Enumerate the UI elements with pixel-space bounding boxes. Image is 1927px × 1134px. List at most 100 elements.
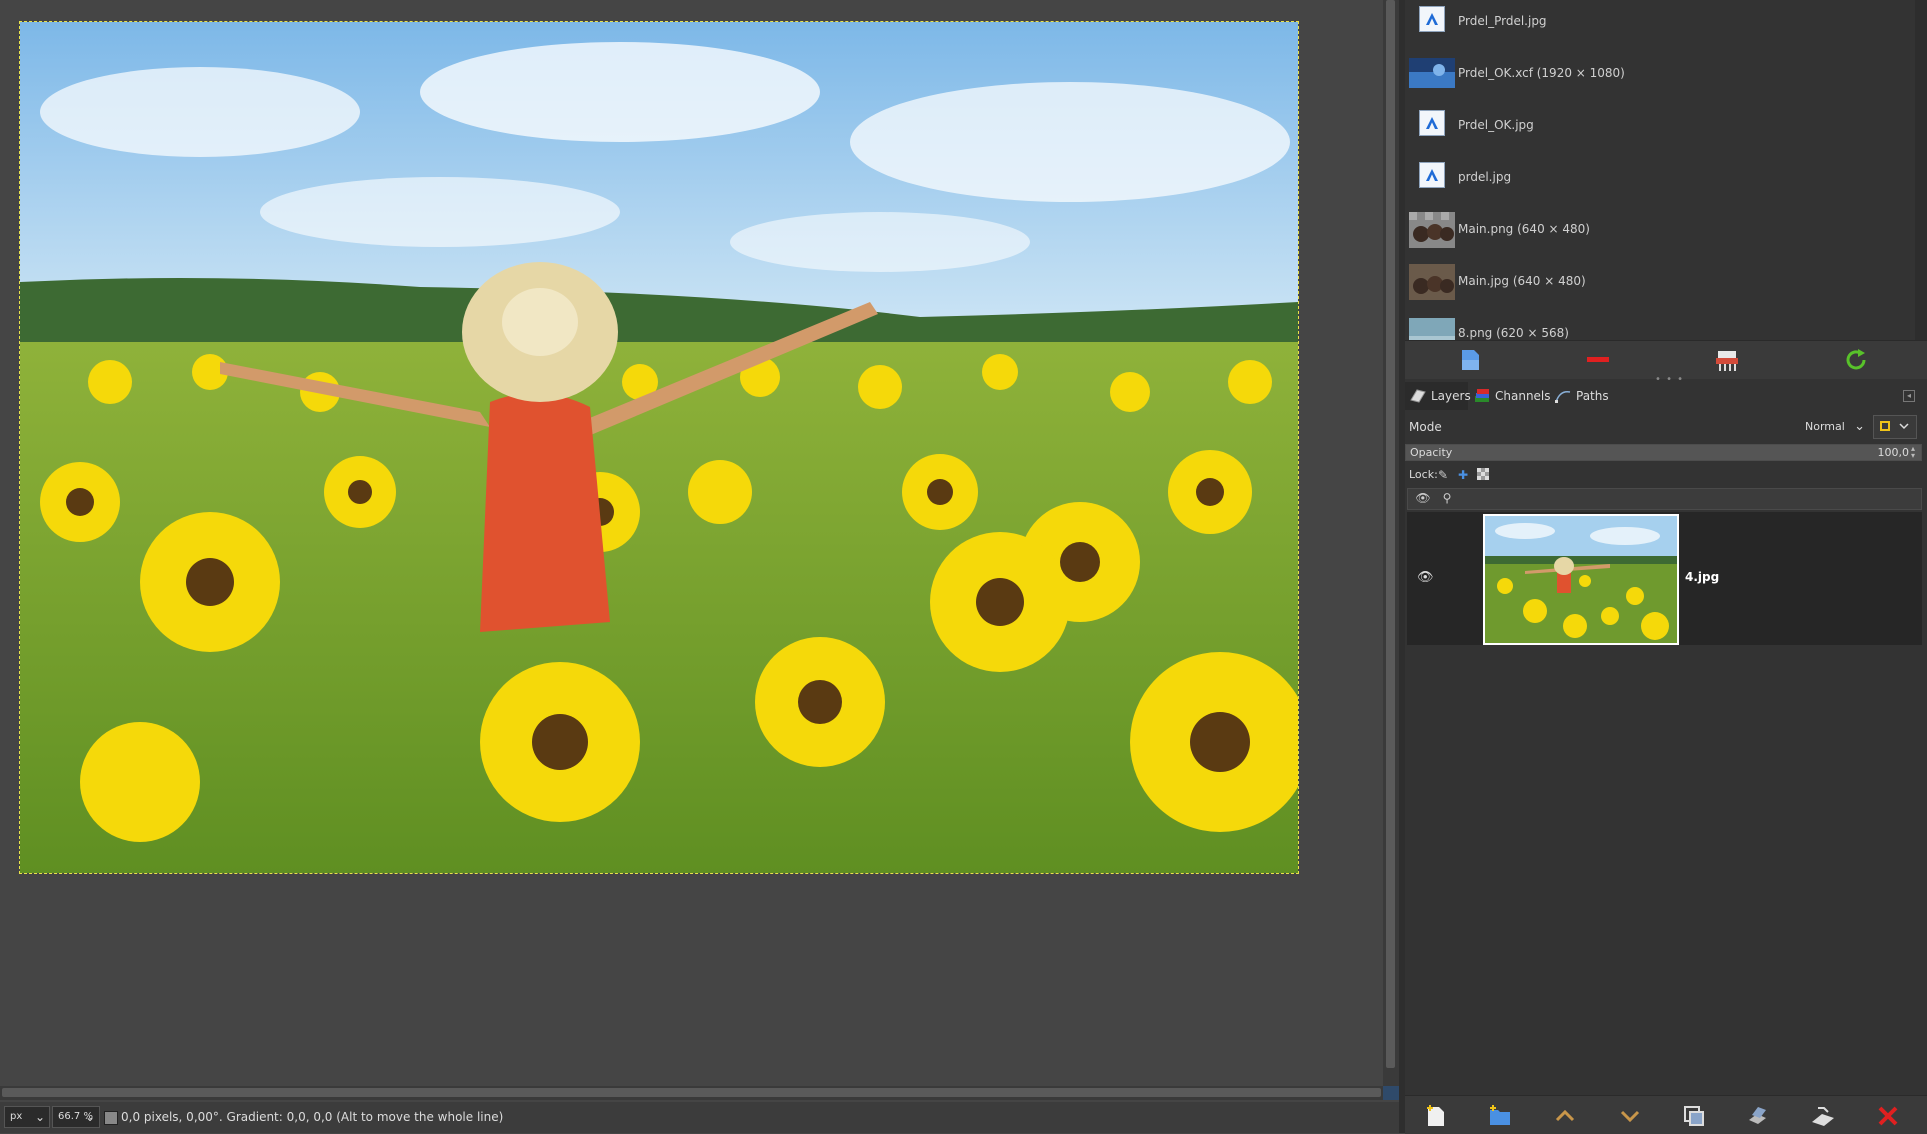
layer-list-header: 👁 ⚲ [1407,488,1922,510]
list-item[interactable]: Main.png (640 × 480) [1405,208,1915,260]
refresh-button[interactable] [1841,347,1871,373]
image-label: 8.png (620 × 568) [1458,326,1569,340]
arrow-down-icon [1620,1110,1640,1123]
layers-icon [1410,389,1426,403]
arrow-up-icon [1555,1109,1575,1122]
file-open-icon [1462,350,1479,370]
mode-label: Mode [1409,420,1442,434]
tab-label: Layers [1431,389,1471,403]
lock-alpha-icon[interactable] [1476,468,1490,482]
delete-icon [1878,1106,1898,1126]
channels-icon [1475,389,1489,402]
folder-icon [1490,1105,1510,1125]
image-label: prdel.jpg [1458,170,1512,184]
tab-paths[interactable]: Paths [1550,382,1610,410]
list-item[interactable]: Prdel_OK.xcf (1920 × 1080) [1405,52,1915,104]
chevron-down-icon: ⌄ [1854,419,1865,434]
chain-link-icon[interactable]: ⚲ [1438,491,1456,507]
opacity-slider[interactable]: Opacity 100,0 ▴ ▾ [1405,444,1922,461]
opacity-spin-buttons[interactable]: ▴ ▾ [1911,445,1921,460]
dock-tabs: Layers Channels Paths ◂ [1405,382,1927,411]
open-image-button[interactable] [1455,347,1485,373]
image-canvas[interactable] [19,21,1299,874]
images-list-scrollbar[interactable] [1915,0,1927,340]
merge-down-icon [1812,1107,1834,1126]
mode-value: Normal [1805,420,1845,433]
scrollbar-thumb[interactable] [2,1088,1381,1097]
close-image-button[interactable] [1583,347,1613,373]
image-thumbnail [1409,212,1455,248]
lock-row: Lock: ✎ ✚ [1405,465,1927,485]
image-canvas-area[interactable] [0,0,1383,1086]
opacity-value: 100,0 [1877,446,1910,459]
image-file-icon [1419,110,1445,136]
status-message: 0,0 pixels, 0,00°. Gradient: 0,0, 0,0 (A… [121,1110,504,1124]
image-label: Prdel_OK.jpg [1458,118,1534,132]
mode-select[interactable]: Normal ⌄ [1805,415,1867,439]
delete-layer-button[interactable] [1873,1102,1903,1130]
image-label: Prdel_Prdel.jpg [1458,14,1547,28]
image-thumbnail [1409,318,1455,340]
layer-thumbnail [1483,514,1679,645]
image-label: Main.png (640 × 480) [1458,222,1590,236]
navigate-corner-button[interactable] [1383,1086,1399,1100]
layer-name: 4.jpg [1685,570,1720,584]
right-dock: Prdel_Prdel.jpg Prdel_OK.xcf (1920 × 108… [1405,0,1927,1134]
list-item[interactable]: 8.png (620 × 568) [1405,312,1915,340]
layer-row[interactable]: 👁 4.jpg [1407,512,1922,645]
gradient-tool-icon [104,1111,118,1125]
image-thumbnail [1409,58,1455,88]
images-list[interactable]: Prdel_Prdel.jpg Prdel_OK.xcf (1920 × 108… [1405,0,1915,340]
lower-layer-button[interactable] [1615,1102,1645,1130]
delete-image-button[interactable] [1712,347,1742,373]
merge-layer-button[interactable] [1743,1102,1773,1130]
refresh-icon [1846,349,1866,370]
sunflower-thumbnail-image [1485,516,1677,643]
image-file-icon [1419,6,1445,32]
lock-position-icon[interactable]: ✚ [1456,468,1470,482]
paths-icon [1555,390,1571,403]
scrollbar-thumb[interactable] [1386,0,1395,1068]
layers-list-empty-area[interactable] [1407,645,1922,1095]
shredder-icon [1716,351,1738,371]
raise-layer-button[interactable] [1550,1102,1580,1130]
unit-selector[interactable]: px ⌄ [4,1106,50,1128]
list-item[interactable]: prdel.jpg [1405,156,1915,208]
list-item[interactable]: Main.jpg (640 × 480) [1405,260,1915,312]
tab-label: Paths [1576,389,1609,403]
opacity-label: Opacity [1410,446,1453,459]
canvas-vertical-scrollbar[interactable] [1383,0,1399,1086]
anchor-layer-icon [1749,1107,1766,1124]
image-thumbnail [1409,264,1455,300]
tab-menu-button[interactable]: ◂ [1903,390,1915,402]
duplicate-icon [1684,1106,1704,1126]
minus-icon [1587,357,1609,362]
sunflower-field-image [20,22,1298,873]
tab-label: Channels [1495,389,1551,403]
zoom-selector[interactable]: 66.7 % ⌄ [52,1106,100,1128]
tab-layers[interactable]: Layers [1405,382,1471,410]
opacity-fill [1406,445,1921,460]
mode-switch-button[interactable] [1873,415,1917,439]
image-label: Prdel_OK.xcf (1920 × 1080) [1458,66,1625,80]
canvas-horizontal-scrollbar[interactable] [0,1086,1383,1100]
merge-down-button[interactable] [1808,1102,1838,1130]
status-bar: px ⌄ 66.7 % ⌄ 0,0 pixels, 0,00°. Gradient:… [0,1102,1399,1133]
new-layer-group-button[interactable] [1485,1102,1515,1130]
list-item[interactable]: Prdel_OK.jpg [1405,104,1915,156]
visibility-eye-icon[interactable]: 👁 [1414,491,1432,507]
image-file-icon [1419,162,1445,188]
composite-mode-icon [1880,421,1909,431]
new-layer-icon [1427,1105,1444,1126]
layers-toolbar [1405,1095,1927,1134]
list-item[interactable]: Prdel_Prdel.jpg [1405,0,1915,52]
new-layer-button[interactable] [1421,1102,1451,1130]
chevron-down-icon: ⌄ [34,1110,45,1124]
chevron-down-icon: ⌄ [84,1110,95,1124]
visibility-eye-icon[interactable]: 👁 [1417,570,1434,585]
unit-value: px [10,1111,23,1122]
lock-label: Lock: [1409,468,1438,481]
duplicate-layer-button[interactable] [1679,1102,1709,1130]
lock-pixels-icon[interactable]: ✎ [1436,468,1450,482]
tab-channels[interactable]: Channels [1469,382,1551,410]
